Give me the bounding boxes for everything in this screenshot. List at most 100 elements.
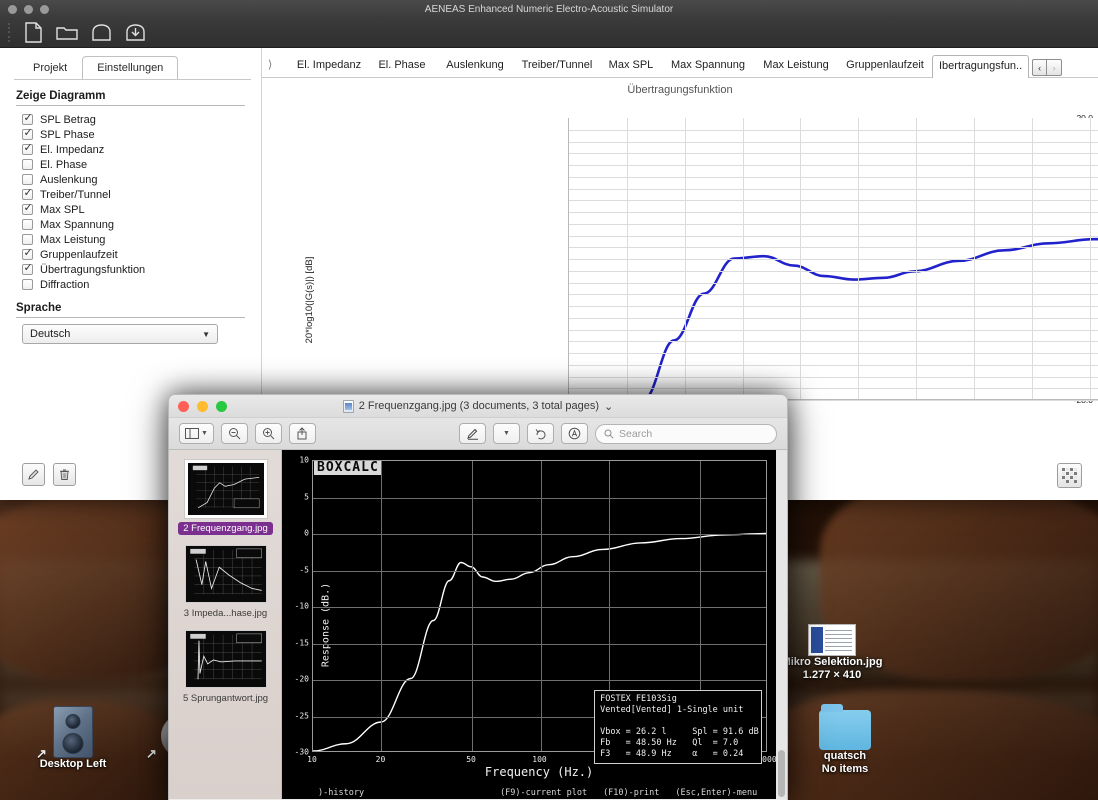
close-button[interactable] — [178, 400, 189, 412]
preview-thumbnail-sidebar: 2 Frequenzgang.jpg 3 Impeda...hase.jpg 5 S… — [169, 450, 282, 799]
checkbox-row-el-impedanz[interactable]: El. Impedanz — [16, 142, 245, 157]
zoom-button[interactable] — [40, 4, 49, 14]
checkbox-row-max-spl[interactable]: Max SPL — [16, 202, 245, 217]
boxcalc-y-tick-label: -10 — [294, 601, 309, 611]
checkbox-row-spl-phase[interactable]: SPL Phase — [16, 127, 245, 142]
language-select[interactable]: Deutsch ▼ — [22, 324, 218, 344]
checkbox-icon[interactable] — [22, 202, 33, 215]
preview-titlebar[interactable]: 2 Frequenzgang.jpg (3 documents, 3 total… — [169, 395, 787, 418]
checkbox-row-diffraction[interactable]: Diffraction — [16, 277, 245, 292]
checkbox-row-bertragungsfunktion[interactable]: Übertragungsfunktion — [16, 262, 245, 277]
boxcalc-y-tick-label: -15 — [294, 638, 309, 647]
checkbox-icon[interactable] — [22, 262, 33, 275]
checkbox-row-treiber-tunnel[interactable]: Treiber/Tunnel — [16, 187, 245, 202]
new-document-button[interactable] — [20, 21, 46, 45]
checkbox-row-el-phase[interactable]: El. Phase — [16, 157, 245, 172]
checkbox-label: Auslenkung — [40, 173, 98, 186]
boxcalc-y-tick-label: 0 — [304, 528, 309, 538]
toolbar-grip[interactable] — [8, 22, 12, 43]
checkbox-icon[interactable] — [22, 174, 33, 185]
desktop-icon-label: Desktop Left — [39, 758, 107, 770]
thumbnail-item[interactable]: 3 Impeda...hase.jpg — [169, 545, 281, 620]
checkbox-icon[interactable] — [22, 247, 33, 260]
chart-tab-ibertragungsfun[interactable]: Ibertragungsfun.. — [932, 55, 1030, 78]
preview-window-controls[interactable] — [178, 400, 227, 412]
checkbox-label: Diffraction — [40, 278, 90, 291]
checkbox-row-max-spannung[interactable]: Max Spannung — [16, 217, 245, 232]
sidebar-view-button[interactable]: ▼ — [179, 423, 214, 444]
window-controls[interactable] — [8, 4, 49, 14]
open-folder-button[interactable] — [54, 21, 80, 45]
share-button[interactable] — [288, 423, 316, 444]
close-button[interactable] — [8, 4, 17, 14]
checkbox-label: Treiber/Tunnel — [40, 188, 111, 201]
pen-icon — [466, 428, 478, 440]
checkbox-row-gruppenlaufzeit[interactable]: Gruppenlaufzeit — [16, 247, 245, 262]
markup-options-button[interactable]: ▼ — [493, 423, 520, 444]
thumbnail-item[interactable]: 5 Sprungantwort.jpg — [169, 630, 281, 705]
annotate-button[interactable] — [561, 423, 588, 444]
tab-projekt[interactable]: Projekt — [18, 56, 82, 79]
image-file-icon — [778, 622, 886, 656]
edit-button[interactable] — [22, 463, 45, 486]
chart-tab-auslenkung[interactable]: Auslenkung — [436, 54, 514, 77]
gridline-h — [569, 282, 1098, 284]
thumbnail-image — [184, 460, 267, 518]
checkbox-icon[interactable] — [22, 159, 33, 170]
boxcalc-y-tick-label: -5 — [299, 565, 309, 574]
search-input[interactable]: Search — [595, 423, 777, 444]
tab-prev-button[interactable]: ‹ — [1032, 59, 1048, 76]
chart-tab-gruppenlaufzeit[interactable]: Gruppenlaufzeit — [838, 54, 932, 77]
desktop-icon-quatsch[interactable]: quatsch No items — [790, 704, 900, 776]
thumbnail-item[interactable]: 2 Frequenzgang.jpg — [169, 460, 281, 535]
app-titlebar[interactable]: AENEAS Enhanced Numeric Electro-Acoustic… — [0, 0, 1098, 18]
gridline-h — [569, 165, 1098, 166]
checkbox-icon[interactable] — [22, 219, 33, 230]
minimize-button[interactable] — [197, 400, 208, 412]
delete-button[interactable] — [53, 463, 76, 486]
minimize-button[interactable] — [24, 4, 33, 14]
gridline-v — [916, 118, 917, 399]
checkbox-row-max-leistung[interactable]: Max Leistung — [16, 232, 245, 247]
checkbox-icon[interactable] — [22, 187, 33, 200]
checkbox-icon[interactable] — [22, 142, 33, 155]
load-button[interactable] — [88, 21, 114, 45]
desktop-icon-desktop-left[interactable]: ↗ Desktop Left — [18, 700, 128, 771]
checkbox-label: Max Spannung — [40, 218, 114, 231]
chart-tab-el-phase[interactable]: El. Phase — [368, 54, 436, 77]
checkbox-icon[interactable] — [22, 127, 33, 140]
checkbox-icon[interactable] — [22, 112, 33, 125]
speaker-icon: ↗ — [18, 700, 128, 760]
status-item: (F9)-current plot — [500, 788, 588, 798]
boxcalc-y-tick-label: 10 — [299, 455, 309, 465]
chart-tab-treiber-tunnel[interactable]: Treiber/Tunnel — [514, 54, 600, 77]
checkbox-icon[interactable] — [22, 234, 33, 245]
chart-tab-el-impedanz[interactable]: El. Impedanz — [290, 54, 368, 77]
rotate-button[interactable] — [527, 423, 554, 444]
chevron-down-icon: ▼ — [201, 430, 208, 437]
save-button[interactable] — [122, 21, 148, 45]
tab-einstellungen[interactable]: Einstellungen — [82, 56, 179, 79]
gridline-v — [381, 461, 383, 751]
search-placeholder: Search — [619, 427, 653, 440]
zoom-out-button[interactable] — [220, 423, 248, 444]
chart-tab-max-spannung[interactable]: Max Spannung — [662, 54, 754, 77]
document-icon — [342, 399, 354, 413]
tab-nav[interactable]: ‹ › — [1032, 59, 1063, 76]
title-chevron-down-icon[interactable]: ⌄ — [604, 400, 613, 413]
preview-scrollbar[interactable] — [776, 450, 787, 799]
diagram-section-title: Zeige Diagramm — [16, 90, 106, 102]
checkbox-row-auslenkung[interactable]: Auslenkung — [16, 172, 245, 187]
grid-view-button[interactable] — [1057, 463, 1082, 488]
checkbox-icon[interactable] — [22, 279, 33, 290]
zoom-button[interactable] — [216, 400, 227, 412]
tab-next-button[interactable]: › — [1047, 59, 1063, 76]
desktop-icon-mikro-selektion[interactable]: Mikro Selektion.jpg 1.277 × 410 — [778, 622, 886, 682]
markup-button[interactable] — [459, 423, 486, 444]
zoom-in-button[interactable] — [254, 423, 282, 444]
app-title: AENEAS Enhanced Numeric Electro-Acoustic… — [424, 3, 674, 15]
chart-tab-max-leistung[interactable]: Max Leistung — [754, 54, 838, 77]
status-item: (Esc,Enter)-menu — [675, 788, 758, 798]
chart-tab-max-spl[interactable]: Max SPL — [600, 54, 662, 77]
checkbox-row-spl-betrag[interactable]: SPL Betrag — [16, 112, 245, 127]
